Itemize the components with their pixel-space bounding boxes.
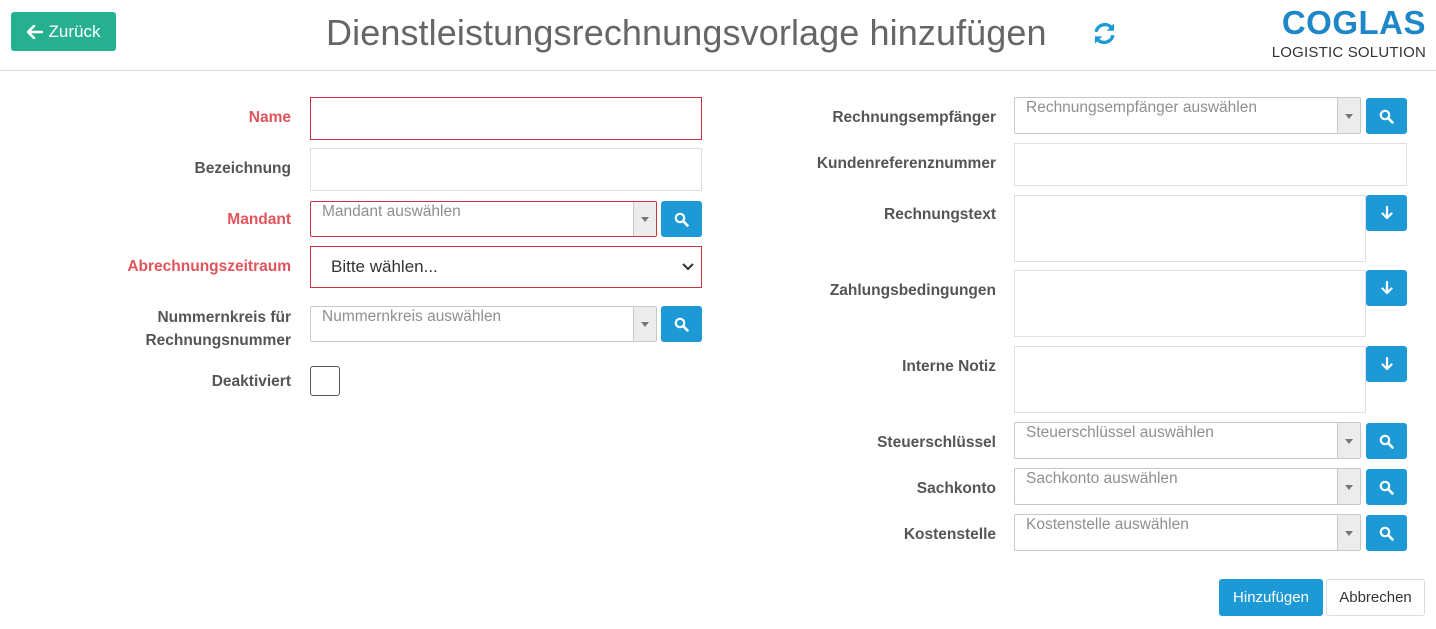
sachkonto-placeholder: Sachkonto auswählen [1026,470,1178,487]
caret-down-icon [633,202,656,236]
back-button-label: Zurück [48,21,101,41]
arrow-down-icon [1380,281,1393,295]
search-icon [1379,109,1394,124]
search-icon [1379,480,1394,495]
abrechnungszeitraum-value: Bitte wählen... [331,257,438,276]
rechnungsempfaenger-label: Rechnungsempfänger [832,109,996,126]
chevron-down-icon [682,263,694,271]
search-icon [1379,526,1394,541]
abrechnungszeitraum-label: Abrechnungszeitraum [127,258,291,275]
caret-down-icon [1337,469,1360,504]
steuerschluessel-placeholder: Steuerschlüssel auswählen [1026,424,1214,441]
logo-sub-text: LOGISTIC SOLUTION [1271,44,1426,61]
nummernkreis-label-line2: Rechnungsnummer [145,332,291,349]
bezeichnung-field[interactable] [310,148,702,191]
kostenstelle-placeholder: Kostenstelle auswählen [1026,516,1189,533]
caret-down-icon [633,307,656,341]
back-button[interactable]: Zurück [11,12,116,51]
rechnungstext-template-button[interactable] [1366,195,1407,231]
bezeichnung-label: Bezeichnung [194,160,291,177]
mandant-placeholder: Mandant auswählen [322,203,461,220]
rechnungsempfaenger-search-button[interactable] [1366,98,1407,134]
company-logo: COGLAS LOGISTIC SOLUTION [1272,4,1428,62]
nummernkreis-label-line1: Nummernkreis für [157,309,291,326]
mandant-search-button[interactable] [661,201,702,237]
name-label: Name [248,109,291,126]
deaktiviert-checkbox[interactable] [310,366,340,396]
caret-down-icon [1337,98,1360,133]
name-field[interactable] [310,97,702,140]
sachkonto-label: Sachkonto [916,480,996,497]
kundenreferenz-label: Kundenreferenznummer [816,155,996,172]
logo-main-text: COGLAS [1281,4,1426,41]
sachkonto-search-button[interactable] [1366,469,1407,505]
rechnungstext-label: Rechnungstext [884,206,996,223]
rechnungsempfaenger-select[interactable]: Rechnungsempfänger auswählen [1014,97,1361,134]
zahlungsbedingungen-template-button[interactable] [1366,270,1407,306]
cancel-button[interactable]: Abbrechen [1326,579,1425,616]
search-icon [1379,434,1394,449]
mandant-select[interactable]: Mandant auswählen [310,201,657,237]
add-button[interactable]: Hinzufügen [1219,579,1323,616]
steuerschluessel-label: Steuerschlüssel [877,434,996,451]
kostenstelle-select[interactable]: Kostenstelle auswählen [1014,514,1361,551]
interne-notiz-label: Interne Notiz [902,358,996,375]
kundenreferenz-field[interactable] [1014,143,1407,186]
interne-notiz-template-button[interactable] [1366,346,1407,382]
kostenstelle-search-button[interactable] [1366,515,1407,551]
page-title: Dienstleistungsrechnungsvorlage hinzufüg… [326,12,1047,53]
steuerschluessel-select[interactable]: Steuerschlüssel auswählen [1014,422,1361,459]
page-header: Zurück Dienstleistungsrechnungsvorlage h… [0,0,1436,71]
arrow-down-icon [1380,357,1393,371]
abrechnungszeitraum-select[interactable]: Bitte wählen... [310,246,702,288]
search-icon [674,317,689,332]
zahlungsbedingungen-label: Zahlungsbedingungen [829,282,996,299]
interne-notiz-textarea[interactable] [1014,346,1366,413]
sachkonto-select[interactable]: Sachkonto auswählen [1014,468,1361,505]
search-icon [674,212,689,227]
steuerschluessel-search-button[interactable] [1366,423,1407,459]
nummernkreis-search-button[interactable] [661,306,702,342]
nummernkreis-label: Nummernkreis für Rechnungsnummer [100,306,291,352]
nummernkreis-placeholder: Nummernkreis auswählen [322,308,502,325]
nummernkreis-select[interactable]: Nummernkreis auswählen [310,306,657,342]
arrow-left-icon [26,24,43,39]
caret-down-icon [1337,515,1360,550]
rechnungsempfaenger-placeholder: Rechnungsempfänger auswählen [1026,99,1257,116]
refresh-icon[interactable] [1091,20,1118,47]
mandant-label: Mandant [227,211,291,228]
kostenstelle-label: Kostenstelle [903,526,996,543]
zahlungsbedingungen-textarea[interactable] [1014,270,1366,337]
caret-down-icon [1337,423,1360,458]
arrow-down-icon [1380,206,1393,220]
deaktiviert-label: Deaktiviert [211,373,291,390]
rechnungstext-textarea[interactable] [1014,195,1366,262]
